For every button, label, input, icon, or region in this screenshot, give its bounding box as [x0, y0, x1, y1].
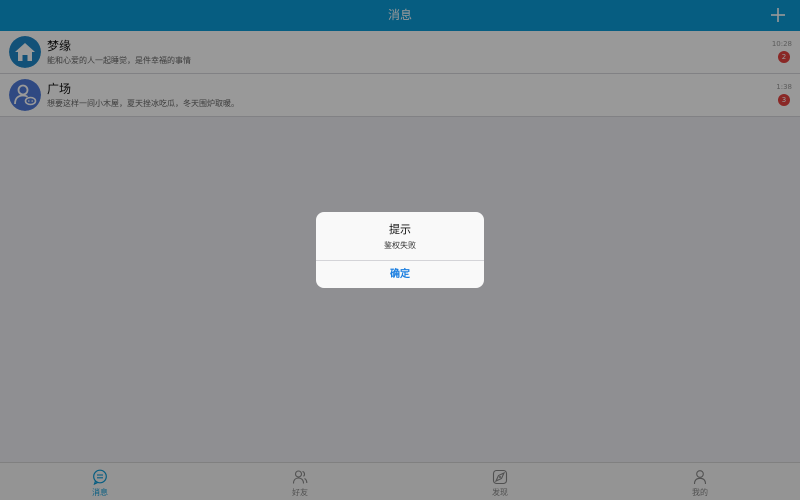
dialog-message: 鉴权失败 — [384, 241, 416, 250]
app-window: 消息 梦缘 能和心爱的人一起睡觉，是件幸福的事情 10:28 2 广场 想要这样… — [0, 0, 800, 500]
confirm-button[interactable]: 确定 — [316, 261, 484, 288]
dialog-title: 提示 — [389, 223, 411, 236]
alert-dialog: 提示 鉴权失败 确定 — [316, 212, 484, 288]
modal-overlay[interactable]: 提示 鉴权失败 确定 — [0, 0, 800, 500]
